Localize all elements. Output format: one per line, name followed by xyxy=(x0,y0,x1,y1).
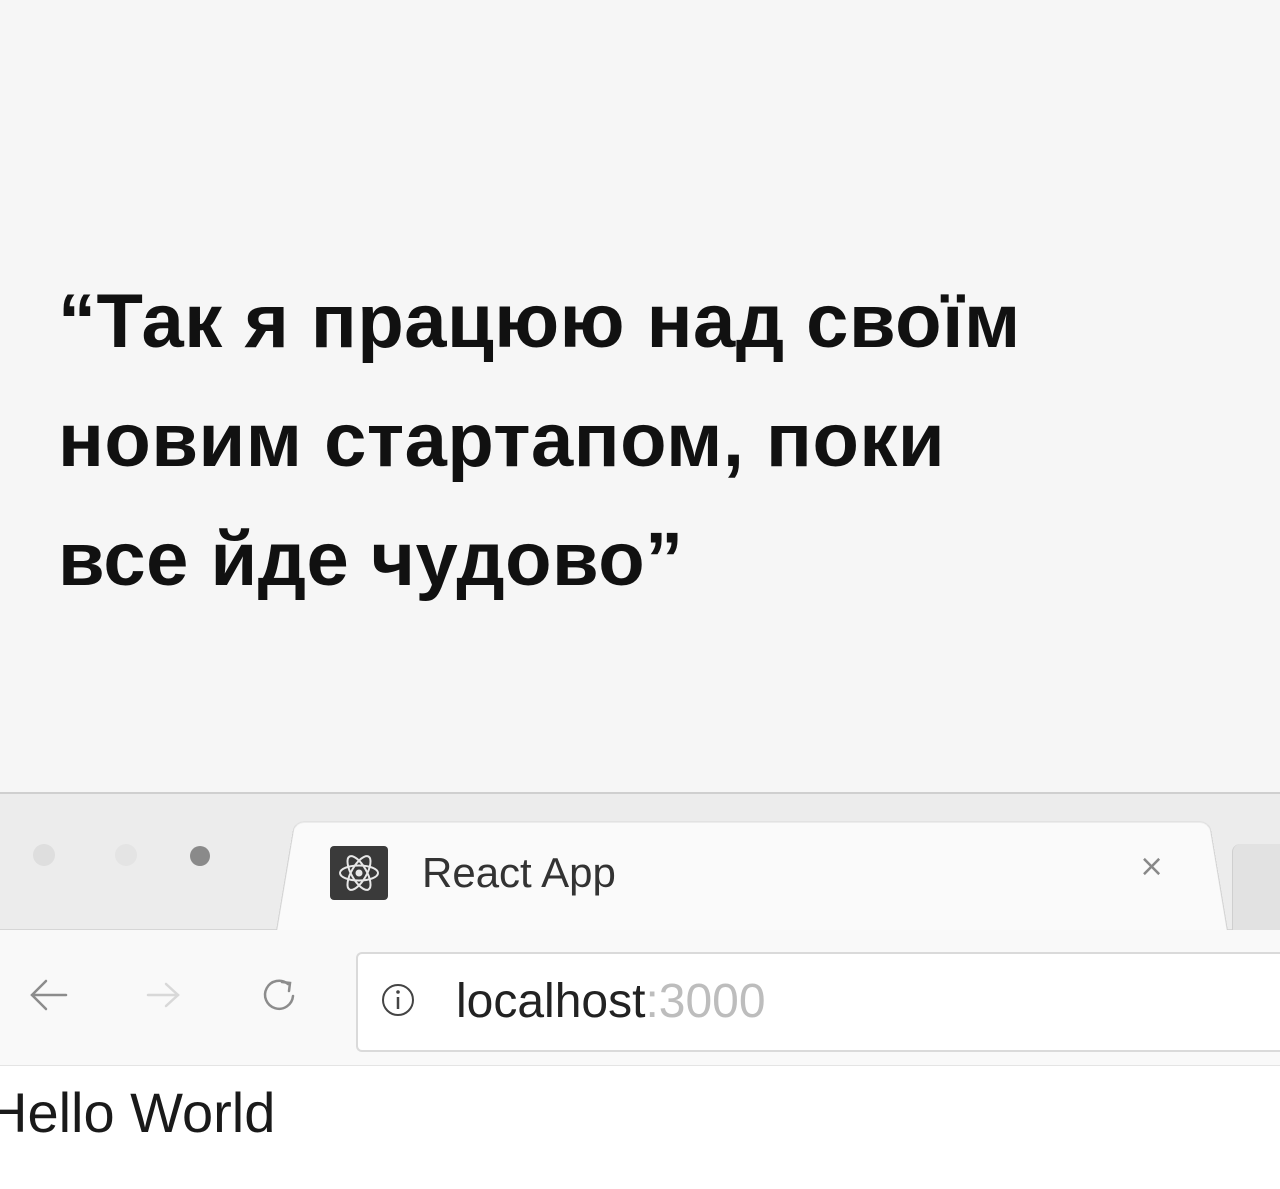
url-port: :3000 xyxy=(645,975,766,1028)
page-content: Hello World xyxy=(0,1066,1280,1189)
url-text[interactable]: localhost:3000 xyxy=(456,974,766,1030)
browser-window: React App × localhost:3000 Hello World xyxy=(0,792,1280,1189)
tab-close-button[interactable]: × xyxy=(1139,852,1164,882)
window-zoom-button[interactable] xyxy=(190,846,210,866)
window-close-button[interactable] xyxy=(33,844,55,866)
arrow-left-icon xyxy=(30,979,68,1011)
meme-caption: “Так я працюю над своїм новим стартапом,… xyxy=(58,262,1273,619)
reload-icon xyxy=(263,979,295,1010)
browser-toolbar: localhost:3000 xyxy=(0,930,1280,1066)
address-bar[interactable]: localhost:3000 xyxy=(356,952,1280,1052)
back-button[interactable] xyxy=(24,970,74,1020)
new-tab-button[interactable] xyxy=(1232,844,1280,930)
forward-button[interactable] xyxy=(138,970,188,1020)
caption-line: все йде чудово” xyxy=(58,517,684,602)
caption-line: “Так я працюю над своїм xyxy=(58,279,1021,364)
tab-title: React App xyxy=(422,849,616,896)
info-circle-icon[interactable] xyxy=(380,982,416,1018)
page-heading: Hello World xyxy=(0,1081,276,1144)
arrow-right-icon xyxy=(146,982,180,1008)
window-minimize-button[interactable] xyxy=(115,844,137,866)
tab-content[interactable]: React App xyxy=(330,842,616,904)
url-host: localhost xyxy=(456,975,646,1028)
meme-image: “Так я працюю над своїм новим стартапом,… xyxy=(0,0,1280,1189)
reload-button[interactable] xyxy=(255,970,305,1020)
tab-bar: React App × xyxy=(0,794,1280,931)
react-logo-icon xyxy=(330,846,388,900)
caption-line: новим стартапом, поки xyxy=(58,398,946,483)
